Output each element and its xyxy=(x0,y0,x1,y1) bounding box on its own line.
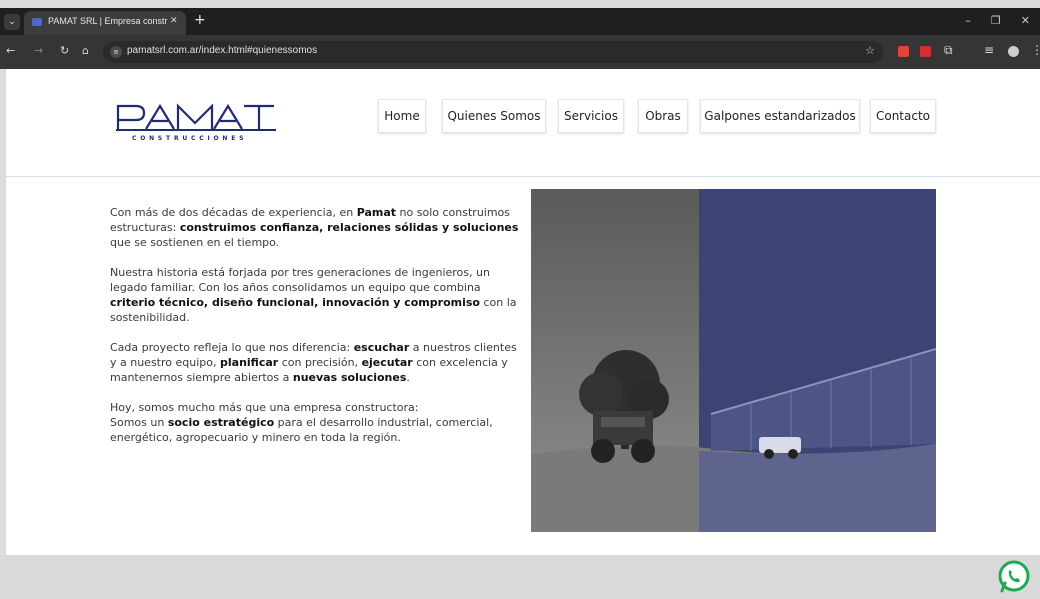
address-bar[interactable]: ≡ pamatsrl.com.ar/index.html#quienessomo… xyxy=(103,41,883,63)
tab-search-icon[interactable]: ⌄ xyxy=(4,14,20,30)
favicon-icon xyxy=(32,18,42,26)
whatsapp-icon[interactable] xyxy=(996,559,1032,595)
text-span: . xyxy=(406,371,410,384)
text-span: que se sostienen en el tiempo. xyxy=(110,236,280,249)
about-paragraph-1: Con más de dos décadas de experiencia, e… xyxy=(110,205,522,250)
whatsapp-glyph xyxy=(998,560,1030,593)
web-page: CONSTRUCCIONES Home Quienes Somos Servic… xyxy=(6,69,1040,593)
about-paragraph-4: Hoy, somos mucho más que una empresa con… xyxy=(110,400,522,445)
close-window-icon[interactable]: ✕ xyxy=(1021,14,1030,27)
home-icon[interactable]: ⌂ xyxy=(82,45,89,56)
nav-home-button[interactable]: Home xyxy=(378,99,426,133)
pamat-logo[interactable]: CONSTRUCCIONES xyxy=(114,101,284,149)
logo-wordmark xyxy=(116,103,276,131)
site-header: CONSTRUCCIONES Home Quienes Somos Servic… xyxy=(6,69,1040,177)
nav-galpones-button[interactable]: Galpones estandarizados xyxy=(700,99,860,133)
more-menu-icon[interactable]: ⋮ xyxy=(1031,44,1040,56)
nav-obras-button[interactable]: Obras xyxy=(638,99,688,133)
text-span: Hoy, somos mucho más que una empresa con… xyxy=(110,401,419,414)
nav-contacto-button[interactable]: Contacto xyxy=(870,99,936,133)
about-section: Con más de dos décadas de experiencia, e… xyxy=(110,205,522,460)
reload-icon[interactable]: ↻ xyxy=(60,45,69,56)
logo-subtitle: CONSTRUCCIONES xyxy=(132,135,248,142)
extension-pocket-icon[interactable] xyxy=(898,46,909,57)
text-span: Cada proyecto refleja lo que nos diferen… xyxy=(110,341,354,354)
bold-text: escuchar xyxy=(353,341,410,354)
photo-illustration xyxy=(531,189,936,532)
bold-text: nuevas soluciones xyxy=(292,371,407,384)
bold-text: criterio técnico, diseño funcional, inno… xyxy=(110,296,480,309)
tab-strip: ⌄ PAMAT SRL | Empresa construc ✕ + – ❐ ✕ xyxy=(0,8,1040,35)
close-tab-icon[interactable]: ✕ xyxy=(170,16,178,26)
nav-servicios-button[interactable]: Servicios xyxy=(558,99,624,133)
extensions-icon[interactable]: ⧉ xyxy=(944,44,953,56)
bold-text: ejecutar xyxy=(361,356,413,369)
header-divider xyxy=(6,176,1040,177)
bold-text: Pamat xyxy=(356,206,397,219)
site-info-icon[interactable]: ≡ xyxy=(110,46,122,58)
url-text: pamatsrl.com.ar/index.html#quienessomos xyxy=(127,45,318,56)
browser-toolbar: ← → ↻ ⌂ ≡ pamatsrl.com.ar/index.html#qui… xyxy=(0,35,1040,69)
back-icon[interactable]: ← xyxy=(6,45,15,56)
text-span: Con más de dos décadas de experiencia, e… xyxy=(110,206,357,219)
bold-text: planificar xyxy=(220,356,279,369)
browser-tab[interactable]: PAMAT SRL | Empresa construc ✕ xyxy=(24,11,186,35)
minimize-icon[interactable]: – xyxy=(965,14,971,27)
construction-photo xyxy=(531,189,936,532)
restore-icon[interactable]: ❐ xyxy=(991,14,1001,27)
text-span: con precisión, xyxy=(278,356,362,369)
bold-text: socio estratégico xyxy=(167,416,275,429)
nav-quienes-somos-button[interactable]: Quienes Somos xyxy=(442,99,546,133)
bookmark-star-icon[interactable]: ☆ xyxy=(865,44,875,57)
browser-window: ⌄ PAMAT SRL | Empresa construc ✕ + – ❐ ✕… xyxy=(0,0,1040,593)
bold-text: construimos confianza, relaciones sólida… xyxy=(179,221,519,234)
window-controls: – ❐ ✕ xyxy=(965,14,1030,27)
forward-icon[interactable]: → xyxy=(34,45,43,56)
extension-pdf-icon[interactable] xyxy=(920,46,931,57)
reading-list-icon[interactable]: ≡ xyxy=(984,44,994,56)
text-span: Somos un xyxy=(110,416,168,429)
about-paragraph-2: Nuestra historia está forjada por tres g… xyxy=(110,265,522,325)
new-tab-icon[interactable]: + xyxy=(194,13,206,27)
about-paragraph-3: Cada proyecto refleja lo que nos diferen… xyxy=(110,340,522,385)
tab-title: PAMAT SRL | Empresa construc xyxy=(48,16,168,26)
text-span: Nuestra historia está forjada por tres g… xyxy=(110,266,490,294)
profile-avatar-icon[interactable] xyxy=(1008,46,1019,57)
